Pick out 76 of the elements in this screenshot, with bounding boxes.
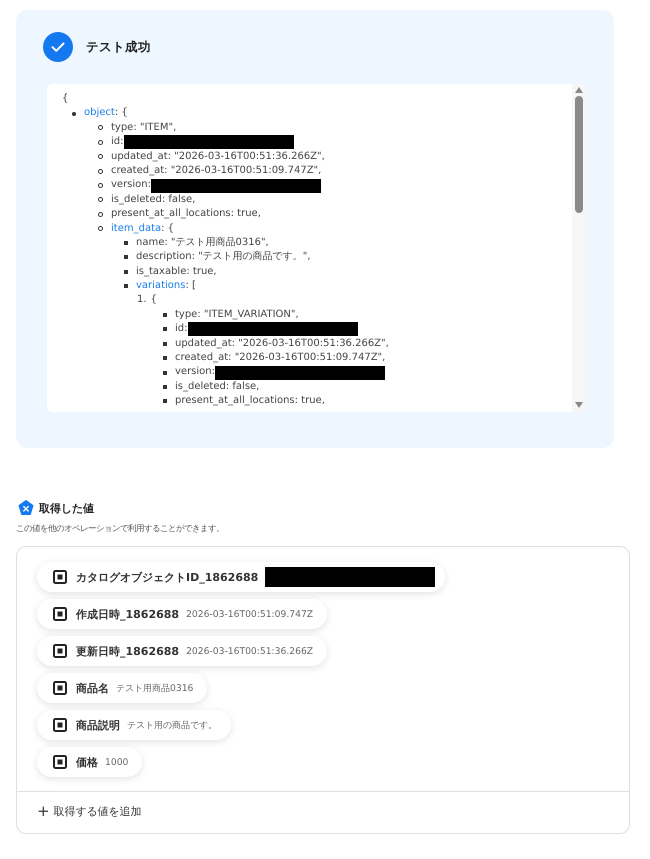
json-text: is_taxable: true, (136, 264, 217, 279)
json-key: item_data (111, 222, 162, 236)
scrollbar[interactable] (572, 84, 586, 412)
json-text: created_at: "2026-03-16T00:51:09.747Z", (175, 351, 386, 366)
square-icon (53, 607, 67, 621)
value-chip[interactable]: 商品名 テスト用商品0316 (37, 673, 208, 703)
square-icon (53, 755, 67, 769)
bullet-icon (124, 270, 128, 274)
square-icon (53, 681, 67, 695)
value-chip[interactable]: カタログオブジェクトID_1862688 (37, 562, 446, 592)
json-text: present_at_all_locations: true, (111, 207, 261, 222)
chip-label: 商品名 (76, 680, 109, 696)
json-text: id: (175, 322, 188, 336)
check-icon (43, 32, 73, 62)
json-text: id: (111, 135, 124, 150)
add-value-button[interactable]: + 取得する値を追加 (37, 804, 142, 819)
value-chip[interactable]: 更新日時_1862688 2026-03-16T00:51:36.266Z (37, 636, 328, 666)
json-text: type: "ITEM_VARIATION", (175, 308, 299, 322)
json-key: variations (136, 279, 186, 294)
json-text: updated_at: "2026-03-16T00:51:36.266Z", (175, 336, 389, 351)
bullet-icon (163, 399, 167, 404)
json-text: name: "テスト用商品0316", (136, 236, 269, 250)
json-text: description: "テスト用の商品です。", (136, 250, 311, 264)
list-number: 1. (137, 293, 147, 308)
chip-label: 更新日時_1862688 (76, 644, 180, 658)
chip-label: 作成日時_1862688 (76, 606, 180, 622)
json-punctuation: : { (114, 106, 128, 120)
json-punctuation: : [ (185, 279, 196, 294)
section-title: 取得した値 (39, 500, 94, 516)
bullet-icon (98, 212, 103, 217)
json-key: object (84, 106, 115, 121)
chip-value: テスト用商品0316 (116, 682, 194, 694)
chip-value: 1000 (105, 756, 128, 768)
chip-label: 商品説明 (76, 718, 120, 732)
section-description: この値を他のオペレーションで利用することができます。 (16, 523, 225, 534)
bullet-icon (163, 370, 167, 375)
bullet-icon (163, 327, 167, 332)
json-text: type: "ITEM", (111, 120, 176, 135)
value-chip[interactable]: 商品説明 テスト用の商品です。 (37, 710, 231, 740)
bullet-icon (124, 284, 128, 288)
json-text: version: (175, 365, 215, 380)
bullet-icon (163, 313, 167, 318)
bullet-icon (98, 197, 103, 202)
bullet-icon (98, 168, 103, 174)
chip-value: 2026-03-16T00:51:09.747Z (186, 608, 314, 620)
json-text: { (62, 92, 68, 106)
chip-value: 2026-03-16T00:51:36.266Z (186, 646, 314, 656)
bullet-icon (98, 140, 103, 145)
chip-label: カタログオブジェクトID_1862688 (76, 570, 258, 584)
value-chip[interactable]: 作成日時_1862688 2026-03-16T00:51:09.747Z (37, 599, 328, 629)
bullet-icon (98, 183, 103, 188)
bullet-icon (72, 112, 76, 116)
value-chip[interactable]: 価格 1000 (37, 747, 142, 777)
bullet-icon (163, 385, 167, 389)
bullet-icon (124, 255, 128, 260)
json-text: version: (111, 178, 151, 192)
variable-icon (18, 500, 34, 516)
bullet-icon (98, 226, 103, 232)
bullet-icon (98, 154, 103, 160)
bullet-icon (163, 342, 167, 346)
json-text: { (150, 293, 157, 308)
bullet-icon (163, 356, 167, 360)
json-text: created_at: "2026-03-16T00:51:09.747Z", (111, 164, 322, 178)
bullet-icon (98, 125, 103, 130)
json-punctuation: : { (161, 222, 174, 236)
json-text: updated_at: "2026-03-16T00:51:36.266Z", (111, 150, 325, 164)
chip-value: テスト用の商品です。 (127, 718, 217, 732)
chip-label: 価格 (76, 754, 98, 770)
json-text: present_at_all_locations: true, (175, 394, 325, 408)
json-text: is_deleted: false, (175, 380, 260, 394)
square-icon (53, 718, 67, 732)
square-icon (53, 570, 67, 584)
json-text: is_deleted: false, (111, 192, 196, 207)
bullet-icon (124, 241, 128, 246)
status-title: テスト成功 (86, 38, 151, 56)
square-icon (53, 644, 67, 658)
